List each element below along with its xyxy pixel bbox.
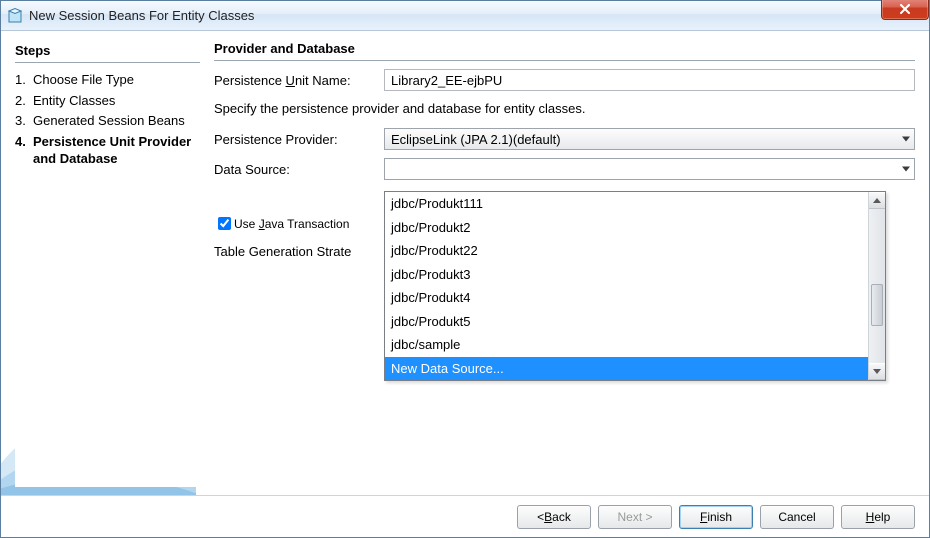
datasource-label: Data Source: <box>214 162 384 177</box>
provider-label: Persistence Provider: <box>214 132 384 147</box>
steps-header: Steps <box>15 43 200 58</box>
form-description: Specify the persistence provider and dat… <box>214 101 915 116</box>
scroll-down-button[interactable] <box>869 363 885 380</box>
step-item: 2.Entity Classes <box>15 92 200 110</box>
dropdown-option[interactable]: jdbc/Produkt5 <box>385 310 868 334</box>
dialog-body: Steps 1.Choose File Type 2.Entity Classe… <box>1 31 929 495</box>
form-panel: Provider and Database Persistence Unit N… <box>214 41 915 487</box>
scroll-up-button[interactable] <box>869 192 885 209</box>
dropdown-scrollbar[interactable] <box>868 192 885 380</box>
dropdown-option-selected[interactable]: New Data Source... <box>385 357 868 381</box>
chevron-down-icon <box>902 167 910 172</box>
chevron-up-icon <box>873 198 881 203</box>
back-button[interactable]: < Back <box>517 505 591 529</box>
datasource-dropdown[interactable]: jdbc/Produkt111 jdbc/Produkt2 jdbc/Produ… <box>384 191 886 381</box>
step-item: 3.Generated Session Beans <box>15 112 200 130</box>
dropdown-option[interactable]: jdbc/Produkt4 <box>385 286 868 310</box>
steps-list: 1.Choose File Type 2.Entity Classes 3.Ge… <box>15 71 200 168</box>
button-bar: < Back Next > Finish Cancel Help <box>1 495 929 537</box>
pu-name-label: Persistence Unit Name: <box>214 73 384 88</box>
next-button: Next > <box>598 505 672 529</box>
dropdown-option[interactable]: jdbc/Produkt111 <box>385 192 868 216</box>
steps-panel: Steps 1.Choose File Type 2.Entity Classe… <box>15 41 200 487</box>
titlebar: New Session Beans For Entity Classes <box>1 1 929 31</box>
chevron-down-icon <box>902 137 910 142</box>
chevron-down-icon <box>873 369 881 374</box>
app-icon <box>7 8 23 24</box>
jta-label: Use Java Transaction <box>234 217 349 231</box>
provider-value: EclipseLink (JPA 2.1)(default) <box>391 132 561 147</box>
provider-combo[interactable]: EclipseLink (JPA 2.1)(default) <box>384 128 915 150</box>
step-item-current: 4.Persistence Unit Provider and Database <box>15 133 200 168</box>
table-gen-label: Table Generation Strate <box>214 244 351 259</box>
pu-name-input[interactable] <box>384 69 915 91</box>
datasource-combo[interactable] <box>384 158 915 180</box>
cancel-button[interactable]: Cancel <box>760 505 834 529</box>
dialog-window: New Session Beans For Entity Classes Ste… <box>0 0 930 538</box>
dropdown-option[interactable]: jdbc/Produkt2 <box>385 216 868 240</box>
dropdown-option[interactable]: jdbc/sample <box>385 333 868 357</box>
form-divider <box>214 60 915 61</box>
scroll-thumb[interactable] <box>871 284 883 326</box>
form-header: Provider and Database <box>214 41 915 56</box>
jta-checkbox[interactable] <box>218 217 231 230</box>
jta-row: Use Java Transaction <box>214 214 349 233</box>
dropdown-option[interactable]: jdbc/Produkt3 <box>385 263 868 287</box>
pu-name-row: Persistence Unit Name: <box>214 69 915 91</box>
dropdown-option[interactable]: jdbc/Produkt22 <box>385 239 868 263</box>
provider-row: Persistence Provider: EclipseLink (JPA 2… <box>214 128 915 150</box>
step-item: 1.Choose File Type <box>15 71 200 89</box>
steps-divider <box>15 62 200 63</box>
datasource-row: Data Source: <box>214 158 915 180</box>
window-title: New Session Beans For Entity Classes <box>29 8 254 23</box>
dropdown-options: jdbc/Produkt111 jdbc/Produkt2 jdbc/Produ… <box>385 192 868 380</box>
close-button[interactable] <box>881 0 929 20</box>
help-button[interactable]: Help <box>841 505 915 529</box>
scroll-track[interactable] <box>869 209 885 363</box>
finish-button[interactable]: Finish <box>679 505 753 529</box>
